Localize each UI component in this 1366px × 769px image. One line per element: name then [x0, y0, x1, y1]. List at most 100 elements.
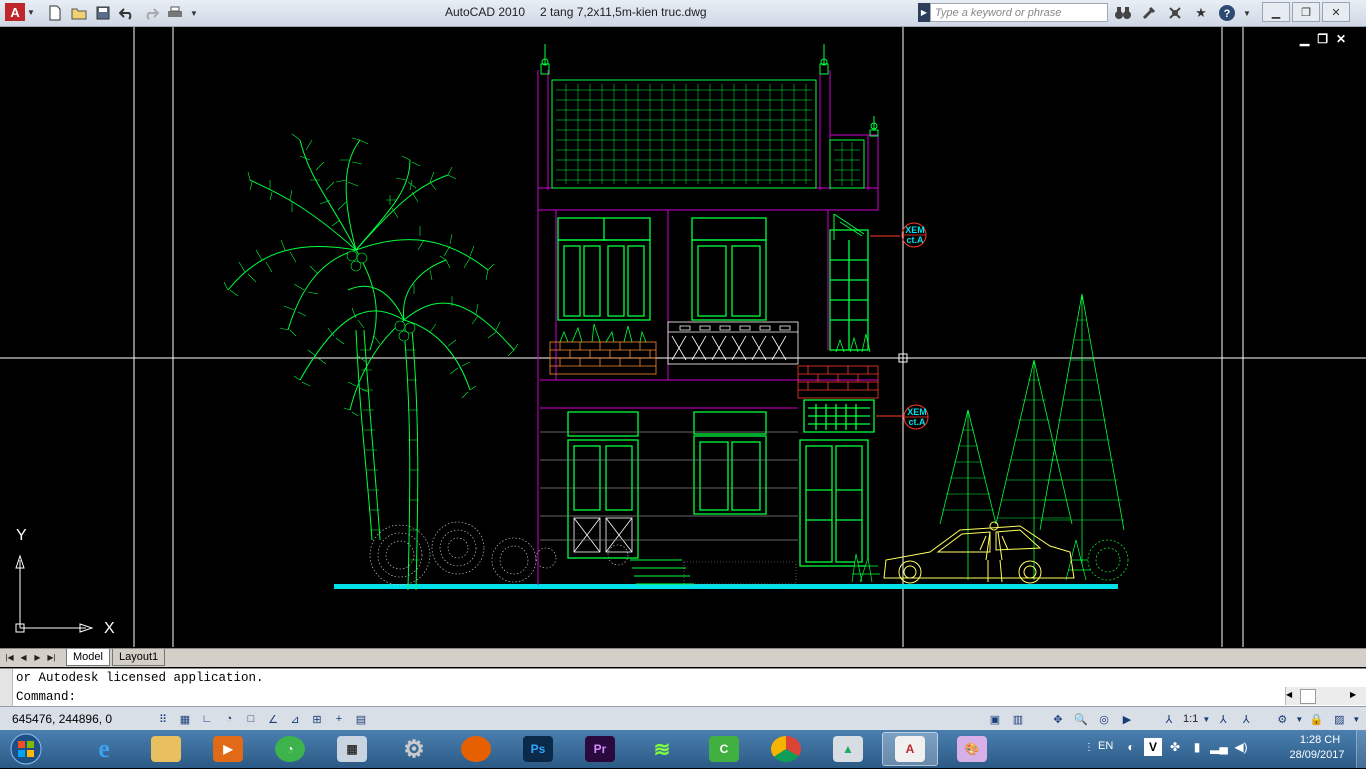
zoom-icon[interactable]: 🔍: [1070, 709, 1092, 729]
taskbar-explorer[interactable]: [138, 732, 194, 766]
plot-icon[interactable]: [164, 3, 186, 23]
signal-icon[interactable]: ▂▄: [1210, 738, 1228, 756]
help-icon[interactable]: ?: [1216, 3, 1238, 23]
roof-slats: [556, 84, 860, 186]
volume-icon[interactable]: ◀): [1232, 738, 1250, 756]
object-snap-tracking-icon[interactable]: ∠: [262, 709, 284, 729]
coordinate-display[interactable]: 645476, 244896, 0: [12, 712, 112, 726]
scroll-thumb[interactable]: [1300, 689, 1316, 704]
photoshop-icon: Ps: [523, 736, 553, 762]
minimize-icon[interactable]: ▁: [1262, 2, 1290, 22]
hardware-acceleration-icon[interactable]: ▨: [1328, 709, 1350, 729]
steering-wheel-icon[interactable]: ◎: [1093, 709, 1115, 729]
undo-icon[interactable]: [116, 3, 138, 23]
taskbar-media-player[interactable]: ▶: [200, 732, 256, 766]
ortho-mode-icon[interactable]: ∟: [196, 709, 218, 729]
grid-display-icon[interactable]: ▦: [174, 709, 196, 729]
object-snap-icon[interactable]: □: [240, 709, 262, 729]
clock-date[interactable]: 28/09/2017: [1281, 749, 1353, 761]
command-window-grip[interactable]: [0, 669, 13, 707]
annotation-scale-icon[interactable]: ⅄: [1158, 709, 1180, 729]
help-dropdown-icon[interactable]: ▼: [1242, 3, 1252, 23]
quick-properties-icon[interactable]: ▤: [350, 709, 372, 729]
workspace-gear-icon[interactable]: ⚙: [1271, 709, 1293, 729]
save-icon[interactable]: [92, 3, 114, 23]
polar-tracking-icon[interactable]: ◔: [218, 709, 240, 729]
taskbar-autocad-2010[interactable]: A: [882, 732, 938, 766]
taskbar-chrome[interactable]: [758, 732, 814, 766]
annotation-visibility-icon[interactable]: ⅄: [1212, 709, 1234, 729]
autocad-2010-icon: A: [895, 736, 925, 762]
prev-tab-icon[interactable]: ◀: [18, 651, 29, 663]
spacer2: [1139, 709, 1157, 729]
taskbar-premiere[interactable]: Pr: [572, 732, 628, 766]
new-icon[interactable]: [44, 3, 66, 23]
layout-space-icon[interactable]: ▥: [1007, 709, 1029, 729]
start-button[interactable]: [4, 732, 48, 766]
command-scrollbar[interactable]: ◀ ▶: [1285, 687, 1366, 705]
toolbar-lock-icon[interactable]: 🔒: [1305, 709, 1327, 729]
dynamic-input-icon[interactable]: ⊞: [306, 709, 328, 729]
favorites-star-icon[interactable]: ★: [1190, 3, 1212, 23]
show-desktop-button[interactable]: [1356, 730, 1366, 768]
tab-layout1[interactable]: Layout1: [112, 649, 166, 666]
infocenter-search-input[interactable]: Type a keyword or phrase: [930, 3, 1108, 22]
taskbar-settings[interactable]: ⚙: [386, 732, 442, 766]
clock-time[interactable]: 1:28 CH: [1288, 734, 1352, 746]
taskbar-firefox[interactable]: [448, 732, 504, 766]
unikey-icon[interactable]: V: [1144, 738, 1162, 756]
command-window: or Autodesk licensed application. Comman…: [0, 668, 1366, 707]
auto-scale-icon[interactable]: ⅄: [1235, 709, 1257, 729]
doc-minimize-icon[interactable]: ▁: [1300, 32, 1309, 46]
first-tab-icon[interactable]: |◀: [4, 651, 15, 663]
tray-network-app-icon[interactable]: ✤: [1166, 738, 1184, 756]
binoculars-icon[interactable]: [1112, 3, 1134, 23]
paint-icon: 🎨: [957, 736, 987, 762]
taskbar-paint[interactable]: 🎨: [944, 732, 1000, 766]
taskbar-photoshop[interactable]: Ps: [510, 732, 566, 766]
pan-icon[interactable]: ✥: [1047, 709, 1069, 729]
tray-device-icon[interactable]: ▮: [1188, 738, 1206, 756]
workspace-dropdown-icon[interactable]: ▼: [1294, 709, 1304, 729]
restore-icon[interactable]: ❐: [1292, 2, 1320, 22]
taskbar-app-green[interactable]: ◔: [262, 732, 318, 766]
title-bar: A ▼ ▼ AutoCAD 2010 2 tang 7,2x11,5m-kien…: [0, 0, 1366, 27]
communication-center-icon[interactable]: [1138, 3, 1160, 23]
scroll-right-icon[interactable]: ▶: [1350, 690, 1356, 699]
status-menu-dropdown-icon[interactable]: ▼: [1351, 709, 1361, 729]
calculator-icon: ▦: [337, 736, 367, 762]
clean-screen-icon[interactable]: ▫: [1362, 709, 1366, 729]
redo-icon[interactable]: [140, 3, 162, 23]
tray-app-icon[interactable]: ◐: [1122, 738, 1140, 756]
taskbar-ie[interactable]: e: [76, 732, 132, 766]
taskbar-camtasia[interactable]: C: [696, 732, 752, 766]
showmotion-icon[interactable]: ▶: [1116, 709, 1138, 729]
model-space-icon[interactable]: ▣: [984, 709, 1006, 729]
close-icon[interactable]: ✕: [1322, 2, 1350, 22]
snap-mode-icon[interactable]: ⠿: [152, 709, 174, 729]
application-menu-button[interactable]: A ▼: [0, 0, 40, 24]
infocenter-tools: ★ ? ▼: [1112, 3, 1252, 23]
annotation-scale-value[interactable]: 1:1: [1181, 713, 1200, 725]
last-tab-icon[interactable]: ▶|: [46, 651, 57, 663]
doc-restore-icon[interactable]: ❐: [1317, 32, 1328, 46]
command-prompt-input[interactable]: Command:: [16, 690, 76, 704]
satellite-icon[interactable]: [1164, 3, 1186, 23]
taskbar-autocad-alt[interactable]: ▲: [820, 732, 876, 766]
search-expand-icon[interactable]: ▶: [918, 3, 930, 22]
next-tab-icon[interactable]: ▶: [32, 651, 43, 663]
lineweight-icon[interactable]: +: [328, 709, 350, 729]
qat-dropdown-icon[interactable]: ▼: [188, 3, 200, 23]
language-indicator[interactable]: EN: [1098, 740, 1113, 752]
drawing-canvas[interactable]: XEM ct.A XEM ct.A Y X: [0, 27, 1366, 647]
dynamic-ucs-icon[interactable]: ⊿: [284, 709, 306, 729]
tray-expand-icon[interactable]: ⋮: [1084, 742, 1094, 753]
open-icon[interactable]: [68, 3, 90, 23]
scroll-left-icon[interactable]: ◀: [1286, 690, 1292, 699]
chrome-icon: [771, 736, 801, 762]
annotation-scale-dropdown-icon[interactable]: ▼: [1201, 709, 1211, 729]
doc-close-icon[interactable]: ✕: [1336, 32, 1346, 46]
tab-model[interactable]: Model: [66, 649, 110, 666]
taskbar-calculator[interactable]: ▦: [324, 732, 380, 766]
taskbar-wifi-tool[interactable]: ≋: [634, 732, 690, 766]
